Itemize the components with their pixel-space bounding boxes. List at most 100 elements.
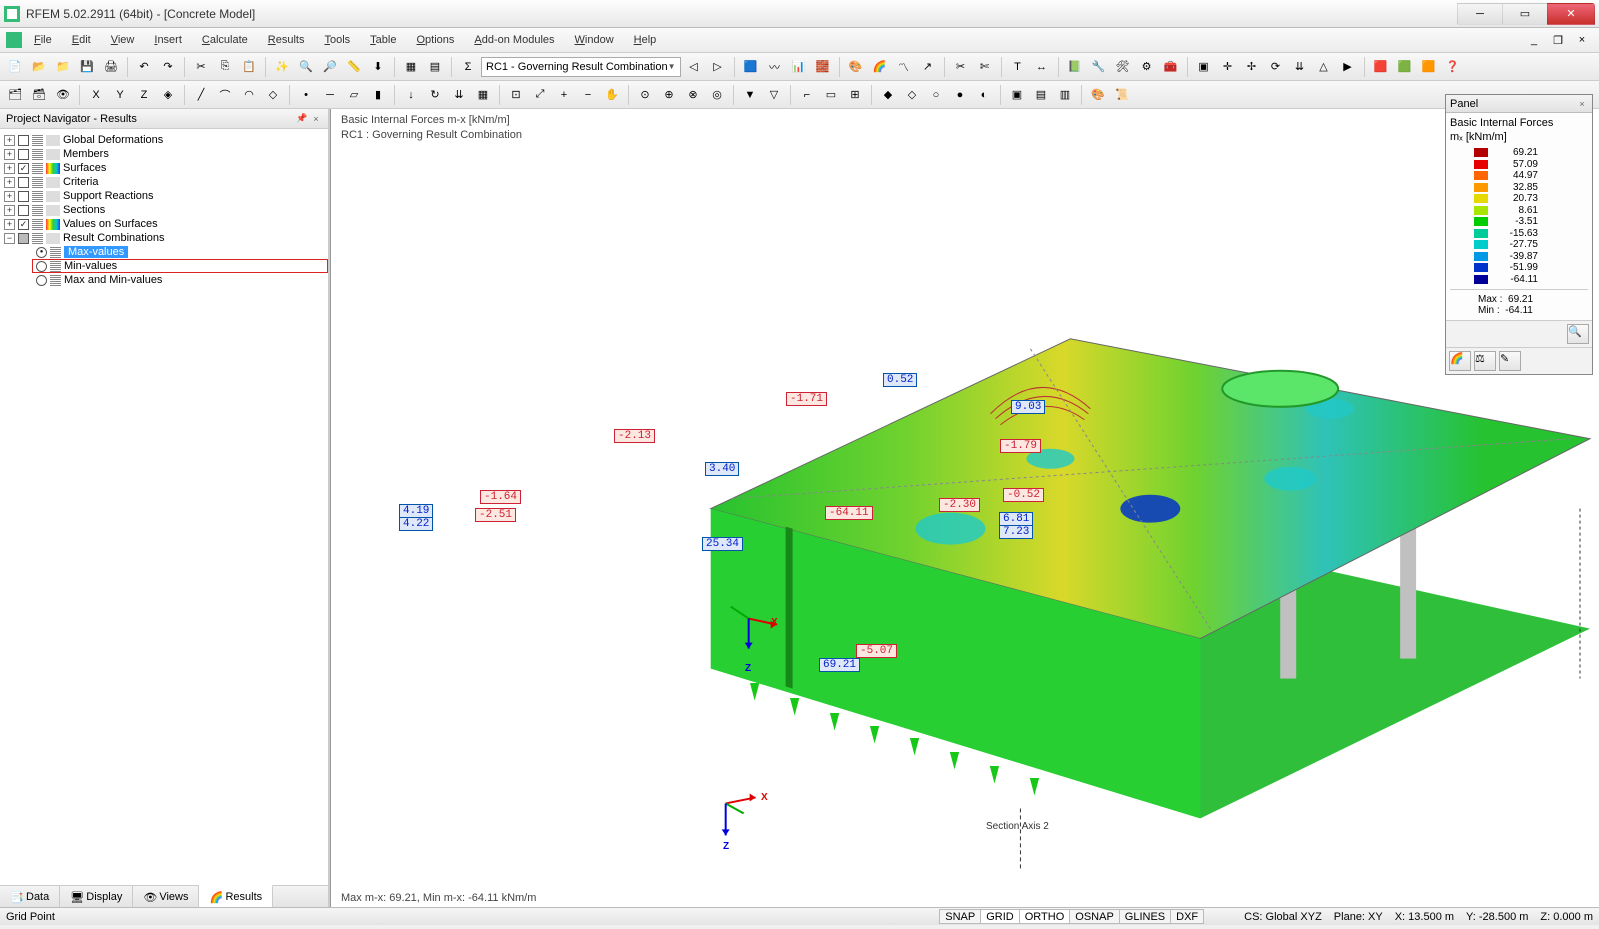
tool1-icon[interactable]: 🔧: [1088, 56, 1110, 78]
view-iso-icon[interactable]: ◈: [157, 84, 179, 106]
wand-icon[interactable]: ✨: [271, 56, 293, 78]
status-toggle-snap[interactable]: SNAP: [939, 909, 981, 924]
zoom-all-icon[interactable]: ⤢: [529, 84, 551, 106]
status-toggle-ortho[interactable]: ORTHO: [1019, 909, 1071, 924]
minimize-button[interactable]: ─: [1457, 3, 1503, 25]
navigator-icon[interactable]: 🗃: [28, 84, 50, 106]
checkbox[interactable]: [18, 135, 29, 146]
snap1-icon[interactable]: ⊙: [634, 84, 656, 106]
zoom-window-icon[interactable]: ⊡: [505, 84, 527, 106]
tree-item-sections[interactable]: +Sections: [0, 203, 328, 217]
cut-icon[interactable]: ✂: [190, 56, 212, 78]
checkbox[interactable]: [18, 191, 29, 202]
status-toggle-dxf[interactable]: DXF: [1170, 909, 1204, 924]
calc-icon[interactable]: Σ: [457, 56, 479, 78]
text-icon[interactable]: T: [1007, 56, 1029, 78]
tab-views[interactable]: 👁Views: [133, 886, 199, 907]
menu-insert[interactable]: Insert: [146, 32, 190, 48]
node-icon[interactable]: •: [295, 84, 317, 106]
diagram-icon[interactable]: 📊: [788, 56, 810, 78]
misc2-icon[interactable]: ◇: [901, 84, 923, 106]
load-moment-icon[interactable]: ↻: [424, 84, 446, 106]
grid-icon[interactable]: ▤: [424, 56, 446, 78]
tree-item-support-reactions[interactable]: +Support Reactions: [0, 189, 328, 203]
filter2-icon[interactable]: ▽: [763, 84, 785, 106]
misc7-icon[interactable]: ▤: [1030, 84, 1052, 106]
support-icon[interactable]: △: [1313, 56, 1335, 78]
clip-icon[interactable]: ✄: [974, 56, 996, 78]
menu-table[interactable]: Table: [362, 32, 404, 48]
arc-icon[interactable]: ◠: [238, 84, 260, 106]
tree-item-surfaces[interactable]: +Surfaces: [0, 161, 328, 175]
isoline-icon[interactable]: 〽: [893, 56, 915, 78]
tree-item-members[interactable]: +Members: [0, 147, 328, 161]
zoom-in-icon[interactable]: +: [553, 84, 575, 106]
tab-results[interactable]: 🌈Results: [199, 885, 273, 907]
menu-options[interactable]: Options: [408, 32, 462, 48]
tree-item-global-deformations[interactable]: +Global Deformations: [0, 133, 328, 147]
app-menu-icon[interactable]: [6, 32, 22, 48]
navigator-tree[interactable]: +Global Deformations+Members+Surfaces+Cr…: [0, 129, 328, 885]
solid-icon[interactable]: ▮: [367, 84, 389, 106]
undo-icon[interactable]: ↶: [133, 56, 155, 78]
render-icon[interactable]: 🎨: [845, 56, 867, 78]
expander-icon[interactable]: +: [4, 219, 15, 230]
move-icon[interactable]: ✢: [1241, 56, 1263, 78]
load-force-icon[interactable]: ↓: [400, 84, 422, 106]
panel-settings-icon[interactable]: 🔍: [1567, 324, 1589, 344]
shape-icon[interactable]: ◇: [262, 84, 284, 106]
menu-addon[interactable]: Add-on Modules: [466, 32, 562, 48]
excel-icon[interactable]: 📗: [1064, 56, 1086, 78]
tree-item-max-values[interactable]: Max-values: [32, 245, 328, 259]
mdi-minimize-icon[interactable]: _: [1523, 29, 1545, 51]
misc4-icon[interactable]: ●: [949, 84, 971, 106]
next-icon[interactable]: ▷: [707, 56, 729, 78]
views-icon[interactable]: 👁: [52, 84, 74, 106]
menu-tools[interactable]: Tools: [316, 32, 358, 48]
misc6-icon[interactable]: ▣: [1006, 84, 1028, 106]
panel-scale-icon[interactable]: ⚖: [1474, 351, 1496, 371]
tree-item-min-values[interactable]: Min-values: [32, 259, 328, 273]
expander-icon[interactable]: +: [4, 149, 15, 160]
mdi-close-icon[interactable]: ×: [1571, 29, 1593, 51]
view-y-icon[interactable]: Y: [109, 84, 131, 106]
section-icon[interactable]: ✂: [950, 56, 972, 78]
tab-display[interactable]: 🖥Display: [60, 886, 133, 907]
help-icon[interactable]: ❓: [1442, 56, 1464, 78]
checkbox[interactable]: [18, 163, 29, 174]
menu-results[interactable]: Results: [260, 32, 313, 48]
status-toggle-glines[interactable]: GLINES: [1119, 909, 1171, 924]
expander-icon[interactable]: −: [4, 233, 15, 244]
open-model-icon[interactable]: 📁: [52, 56, 74, 78]
view-x-icon[interactable]: X: [85, 84, 107, 106]
save-icon[interactable]: 💾: [76, 56, 98, 78]
redo-icon[interactable]: ↷: [157, 56, 179, 78]
addon3-icon[interactable]: 🟧: [1418, 56, 1440, 78]
go-icon[interactable]: ▶: [1337, 56, 1359, 78]
search-icon[interactable]: 🔍: [295, 56, 317, 78]
panel-close-icon[interactable]: ×: [310, 113, 322, 125]
loads-icon[interactable]: ⬇: [367, 56, 389, 78]
script-icon[interactable]: 📜: [1111, 84, 1133, 106]
snap2-icon[interactable]: ⊕: [658, 84, 680, 106]
color-icon[interactable]: 🎨: [1087, 84, 1109, 106]
misc1-icon[interactable]: ◆: [877, 84, 899, 106]
expander-icon[interactable]: +: [4, 163, 15, 174]
pan-icon[interactable]: ✋: [601, 84, 623, 106]
radio[interactable]: [36, 261, 47, 272]
print-icon[interactable]: 🖨: [100, 56, 122, 78]
project-icon[interactable]: 🗂: [4, 84, 26, 106]
workplane-icon[interactable]: ▭: [820, 84, 842, 106]
filter1-icon[interactable]: ▼: [739, 84, 761, 106]
panel-title-bar[interactable]: Panel ×: [1446, 95, 1592, 113]
grid2-icon[interactable]: ⊞: [844, 84, 866, 106]
tool4-icon[interactable]: 🧰: [1160, 56, 1182, 78]
view-z-icon[interactable]: Z: [133, 84, 155, 106]
snap3-icon[interactable]: ⊗: [682, 84, 704, 106]
ucs-icon[interactable]: ⌐: [796, 84, 818, 106]
menu-help[interactable]: Help: [626, 32, 665, 48]
panel-filter-icon[interactable]: ✎: [1499, 351, 1521, 371]
load-area-icon[interactable]: ▦: [472, 84, 494, 106]
copy-icon[interactable]: ⎘: [214, 56, 236, 78]
tool3-icon[interactable]: ⚙: [1136, 56, 1158, 78]
